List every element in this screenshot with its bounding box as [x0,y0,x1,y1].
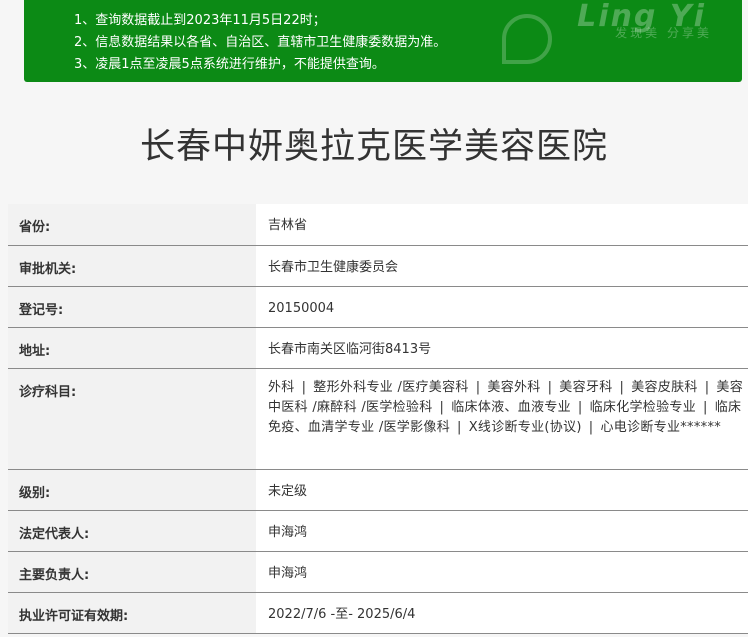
level-label: 级别: [8,469,256,511]
department-separator: | [475,379,481,395]
department-separator: | [457,419,462,435]
department-separator: | [704,379,710,395]
address-label: 地址: [8,327,256,369]
department-item: 临床化学检验专业 [589,399,697,415]
row-legal-representative: 法定代表人: 申海鸿 [8,510,748,552]
department-item: 美容皮肤科 [631,379,698,395]
department-item: 临床体液、血液专业 [451,399,571,415]
registration-no-label: 登记号: [8,286,256,328]
row-principal: 主要负责人: 申海鸿 [8,551,748,593]
department-separator: | [703,399,708,415]
department-item: 外科 [268,379,295,395]
departments-value: 外科 | 整形外科专业 /医疗美容科 | 美容外科 | 美容牙科 | 美容皮肤科 | 美容中医科 /… [256,368,748,470]
address-value: 长春市南关区临河街8413号 [256,327,748,369]
department-item: 整形外科专业 /医疗美容科 [313,379,469,395]
level-value: 未定级 [256,469,748,511]
department-separator: | [547,379,553,395]
notice-line-1: 1、查询数据截止到2023年11月5日22时； [74,13,326,28]
department-separator: | [588,419,594,435]
legal-representative-value: 申海鸿 [256,510,748,552]
departments-list: 外科 | 整形外科专业 /医疗美容科 | 美容外科 | 美容牙科 | 美容皮肤科 | 美容中医科 /… [268,380,743,435]
row-province: 省份: 吉林省 [8,204,748,246]
row-address: 地址: 长春市南关区临河街8413号 [8,327,748,369]
license-validity-value: 2022/7/6 -至- 2025/6/4 [256,592,748,634]
approval-authority-label: 审批机关: [8,245,256,287]
row-departments: 诊疗科目: 外科 | 整形外科专业 /医疗美容科 | 美容外科 | 美容牙科 | 美容皮肤科 | 美… [8,368,748,470]
row-license-validity: 执业许可证有效期: 2022/7/6 -至- 2025/6/4 [8,592,748,634]
row-registration-no: 登记号: 20150004 [8,286,748,328]
principal-value: 申海鸿 [256,551,748,593]
row-approval-authority: 审批机关: 长春市卫生健康委员会 [8,245,748,287]
departments-label: 诊疗科目: [8,368,256,470]
row-level: 级别: 未定级 [8,469,748,511]
registration-no-value: 20150004 [256,286,748,328]
department-separator: | [619,379,625,395]
department-item: X线诊断专业(协议) [468,419,582,435]
department-separator: | [439,399,445,415]
department-separator: | [577,399,583,415]
notice-line-2: 2、信息数据结果以各省、自治区、直辖市卫生健康委数据为准。 [74,35,447,50]
principal-label: 主要负责人: [8,551,256,593]
department-item: 美容牙科 [559,379,613,395]
department-item: 美容外科 [487,379,541,395]
legal-representative-label: 法定代表人: [8,510,256,552]
notice-line-3: 3、凌晨1点至凌晨5点系统进行维护，不能提供查询。 [74,57,385,72]
department-separator: | [301,379,307,395]
approval-authority-value: 长春市卫生健康委员会 [256,245,748,287]
license-validity-label: 执业许可证有效期: [8,592,256,634]
hospital-info-table: 省份: 吉林省 审批机关: 长春市卫生健康委员会 登记号: 20150004 地… [8,204,748,634]
department-item: 心电诊断专业****** [600,419,722,435]
page-title: 长春中妍奥拉克医学美容医院 [139,127,608,167]
province-label: 省份: [8,204,256,246]
province-value: 吉林省 [256,204,748,246]
notice-banner: Ling Yi 发现美 分享美 1、查询数据截止到2023年11月5日22时； … [24,0,742,82]
